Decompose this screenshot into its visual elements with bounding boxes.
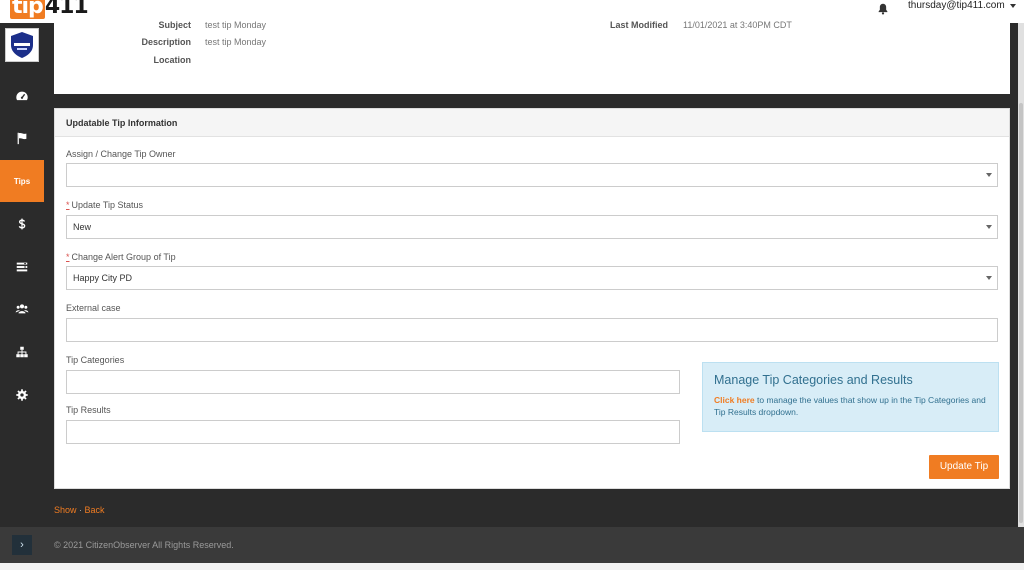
bell-icon[interactable] [876,2,890,16]
user-email: thursday@tip411.com [908,0,1005,11]
dashboard-icon [16,91,28,101]
panel-title: Updatable Tip Information [55,109,1009,137]
app-logo[interactable]: tip411 [10,0,89,19]
copyright-text: © 2021 CitizenObserver All Rights Reserv… [54,540,234,550]
flag-icon [17,132,27,145]
required-marker: * [66,200,70,210]
description-label: Description [141,37,191,47]
updatable-tip-panel: Updatable Tip Information Assign / Chang… [54,108,1010,489]
subject-value: test tip Monday [205,20,267,30]
main-content: Subject test tip Monday Description test… [44,19,1018,527]
subject-label: Subject [158,20,191,30]
user-menu[interactable]: thursday@tip411.com [908,0,1016,11]
scrollbar[interactable] [1018,23,1024,527]
users-icon [15,304,29,314]
status-select[interactable]: New [66,215,998,239]
footer: › © 2021 CitizenObserver All Rights Rese… [0,527,1024,563]
status-value: New [73,222,92,232]
dollar-icon [18,218,26,230]
tip-results-input[interactable] [66,420,680,444]
info-box-text: Click here to manage the values that sho… [714,395,986,417]
list-icon [16,262,28,272]
chevron-down-icon [986,173,992,177]
show-link[interactable]: Show [54,505,77,515]
chevron-down-icon [986,225,992,229]
tip-details-card: Subject test tip Monday Description test… [54,19,1010,94]
sidebar-item-settings[interactable] [0,374,44,416]
external-case-input[interactable] [66,318,998,342]
last-modified-value: 11/01/2021 at 3:40PM CDT [683,20,792,30]
bottom-links: Show · Back [54,505,105,515]
required-marker: * [66,252,70,262]
alert-group-select[interactable]: Happy City PD [66,266,998,290]
police-badge-icon [11,32,33,58]
update-tip-button[interactable]: Update Tip [929,455,999,479]
owner-label: Assign / Change Tip Owner [66,149,176,159]
owner-select[interactable] [66,163,998,187]
alert-group-value: Happy City PD [73,273,133,283]
alert-group-label: * Change Alert Group of Tip [66,252,176,262]
sidebar-item-label: Tips [13,176,31,186]
gear-icon [16,389,28,401]
scrollbar-thumb[interactable] [1019,103,1023,523]
chevron-down-icon [1009,3,1016,8]
bottom-strip [0,563,1024,570]
tip-categories-input[interactable] [66,370,680,394]
sitemap-icon [16,346,28,358]
tip-categories-label: Tip Categories [66,355,125,365]
agency-badge[interactable] [5,28,39,62]
tip-results-label: Tip Results [66,405,111,415]
last-modified-label: Last Modified [610,20,668,30]
external-case-label: External case [66,303,121,313]
sidebar-toggle-button[interactable]: › [12,535,32,555]
manage-categories-link[interactable]: Click here [714,395,755,405]
chevron-down-icon [986,276,992,280]
sidebar-item-dashboard[interactable] [0,75,44,117]
sidebar-item-rewards[interactable] [0,203,44,245]
back-link[interactable]: Back [85,505,105,515]
sidebar-item-users[interactable] [0,288,44,330]
manage-categories-info-box: Manage Tip Categories and Results Click … [702,362,999,432]
sidebar-item-flag[interactable] [0,117,44,159]
description-value: test tip Monday [205,37,267,47]
info-box-title: Manage Tip Categories and Results [714,373,913,387]
status-label: * Update Tip Status [66,200,144,210]
location-label: Location [153,55,192,65]
sidebar-item-tips[interactable]: Tips [0,160,44,202]
sidebar-item-list[interactable] [0,246,44,288]
sidebar: Tips [0,23,44,527]
link-separator: · [79,505,83,515]
sidebar-item-org-chart[interactable] [0,331,44,373]
